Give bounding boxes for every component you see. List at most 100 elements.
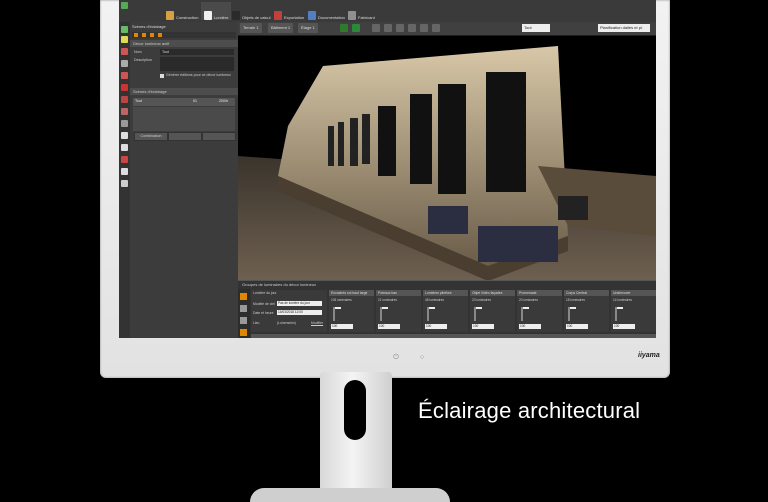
delete-icon[interactable] bbox=[158, 33, 162, 37]
dimmer-value[interactable]: 100 bbox=[378, 324, 400, 329]
construction-icon bbox=[166, 11, 174, 20]
group-title: Promenade bbox=[517, 290, 562, 296]
tab-etage[interactable]: Étage 1 bbox=[298, 23, 318, 33]
dimmer-value[interactable]: 100 bbox=[613, 324, 635, 329]
dimmer-slider[interactable] bbox=[333, 307, 341, 321]
dimmer-value[interactable]: 100 bbox=[519, 324, 541, 329]
ribbon-tab-fabricant[interactable]: Fabricant bbox=[345, 2, 378, 20]
dimmer-slider[interactable] bbox=[615, 307, 623, 321]
dimmer-slider[interactable] bbox=[568, 307, 576, 321]
horizontal-scrollbar[interactable] bbox=[251, 334, 656, 338]
group-title: Corps Central bbox=[564, 290, 609, 296]
dimmer-value[interactable]: 100 bbox=[566, 324, 588, 329]
tool-9-icon[interactable] bbox=[121, 120, 128, 127]
combination-button[interactable]: Combinaison bbox=[134, 132, 168, 141]
name-label: Nom bbox=[134, 50, 142, 54]
group-column: Undercover 14 luminaires 100 bbox=[611, 290, 656, 332]
dimmer-slider[interactable] bbox=[380, 307, 388, 321]
tab-terrain[interactable]: Terrain 1 bbox=[240, 23, 262, 33]
app-logo-icon bbox=[121, 2, 128, 9]
tool-4-icon[interactable] bbox=[121, 60, 128, 67]
tool-3-icon[interactable] bbox=[121, 48, 128, 55]
modify-place-link[interactable]: Modifier bbox=[311, 321, 323, 325]
tool-1-icon[interactable] bbox=[121, 26, 128, 33]
scene-row[interactable]: Tout 01 200/h bbox=[133, 98, 235, 106]
luminaire-groups-panel: Groupes de luminaires du décor lumineux … bbox=[238, 280, 656, 338]
datetime-field[interactable]: 14/03/2018 12:00 bbox=[277, 310, 322, 315]
duplicate-icon[interactable] bbox=[142, 33, 146, 37]
dimmer-slider[interactable] bbox=[427, 307, 435, 321]
panel-title: Scènes d'éclairage bbox=[132, 24, 166, 29]
generate-checkbox-label: Générer éditions pour ce décor lumineux bbox=[166, 73, 231, 77]
generate-checkbox[interactable] bbox=[160, 74, 164, 78]
tool-12-icon[interactable] bbox=[121, 156, 128, 163]
ribbon-tab-construction[interactable]: Construction bbox=[163, 2, 201, 20]
tool-8-icon[interactable] bbox=[121, 108, 128, 115]
dimmer-value[interactable]: 100 bbox=[331, 324, 353, 329]
section-active-scene: Décor lumineux actif bbox=[130, 40, 238, 47]
scene-table-body bbox=[133, 107, 235, 131]
documentation-icon bbox=[308, 11, 316, 20]
ribbon-bar: Construction Lumière Objets de calcul Ex… bbox=[119, 0, 656, 23]
sky-model-select[interactable]: Pas de lumière du jour bbox=[277, 301, 322, 306]
tab-batiment[interactable]: Bâtiment 1 bbox=[268, 23, 294, 33]
render-icon[interactable] bbox=[352, 24, 360, 32]
ribbon-tab-documentation[interactable]: Documentation bbox=[305, 2, 348, 20]
ribbon-tab-lumiere[interactable]: Lumière bbox=[201, 2, 232, 20]
pan-icon[interactable] bbox=[384, 24, 392, 32]
group-icon-4[interactable] bbox=[240, 329, 247, 336]
monitor-stand bbox=[320, 372, 392, 492]
add-icon[interactable] bbox=[134, 33, 138, 37]
sky-model-label: Modèle de ciel bbox=[253, 302, 275, 306]
camera-icon[interactable] bbox=[420, 24, 428, 32]
dimmer-slider[interactable] bbox=[521, 307, 529, 321]
group-icon-2[interactable] bbox=[240, 305, 247, 312]
name-field[interactable]: Tout bbox=[160, 49, 234, 55]
dimmer-value[interactable]: 100 bbox=[472, 324, 494, 329]
place-value: (Lohenstein) bbox=[277, 321, 296, 325]
ribbon-tab-calcul[interactable]: Objets de calcul bbox=[229, 2, 273, 20]
group-column: Corps Central 18 luminaires 100 bbox=[564, 290, 609, 332]
menu-icon[interactable]: ○ bbox=[418, 354, 426, 362]
daylight-settings: Lumière du jour Modèle de ciel Pas de lu… bbox=[251, 290, 327, 332]
group-title: Undercover bbox=[611, 290, 656, 296]
group-column: Poteaux bas 21 luminaires 100 bbox=[376, 290, 421, 332]
dimmer-slider[interactable] bbox=[474, 307, 482, 321]
edit-icon[interactable] bbox=[150, 33, 154, 37]
fit-icon[interactable] bbox=[408, 24, 416, 32]
tool-6-icon[interactable] bbox=[121, 84, 128, 91]
tool-13-icon[interactable] bbox=[121, 168, 128, 175]
light-icon bbox=[204, 11, 212, 20]
bottom-tool-strip bbox=[238, 289, 250, 338]
monitor-screen: Construction Lumière Objets de calcul Ex… bbox=[119, 0, 656, 338]
group-column: Promenade 20 luminaires 100 bbox=[517, 290, 562, 332]
ribbon-tab-exportation[interactable]: Exportation bbox=[271, 2, 307, 20]
daylight-label: Lumière du jour bbox=[253, 291, 277, 295]
description-field[interactable] bbox=[160, 57, 234, 71]
group-count: 48 luminaires bbox=[425, 298, 444, 302]
power-icon[interactable]: ⏻ bbox=[392, 354, 400, 362]
group-count: 14 luminaires bbox=[613, 298, 632, 302]
place-label: Lieu bbox=[253, 321, 260, 325]
tool-11-icon[interactable] bbox=[121, 144, 128, 151]
plan-select[interactable]: Planification dallés et pl. bbox=[598, 24, 650, 32]
3d-viewport[interactable] bbox=[238, 36, 656, 280]
view-mode-icon[interactable] bbox=[340, 24, 348, 32]
tool-14-icon[interactable] bbox=[121, 180, 128, 187]
group-count: 18 luminaires bbox=[566, 298, 585, 302]
group-icon-1[interactable] bbox=[240, 293, 247, 300]
dimmer-value[interactable]: 100 bbox=[425, 324, 447, 329]
tool-2-icon[interactable] bbox=[121, 36, 128, 43]
tool-10-icon[interactable] bbox=[121, 132, 128, 139]
panel-button-3[interactable] bbox=[202, 132, 236, 141]
tool-5-icon[interactable] bbox=[121, 72, 128, 79]
panel-button-2[interactable] bbox=[168, 132, 202, 141]
rotate-icon[interactable] bbox=[396, 24, 404, 32]
grid-icon[interactable] bbox=[432, 24, 440, 32]
tool-7-icon[interactable] bbox=[121, 96, 128, 103]
scene-row-number: 01 bbox=[193, 99, 197, 103]
zoom-icon[interactable] bbox=[372, 24, 380, 32]
view-select[interactable]: Tout bbox=[522, 24, 550, 32]
bottom-panel-title: Groupes de luminaires du décor lumineux bbox=[242, 282, 317, 287]
group-icon-3[interactable] bbox=[240, 317, 247, 324]
